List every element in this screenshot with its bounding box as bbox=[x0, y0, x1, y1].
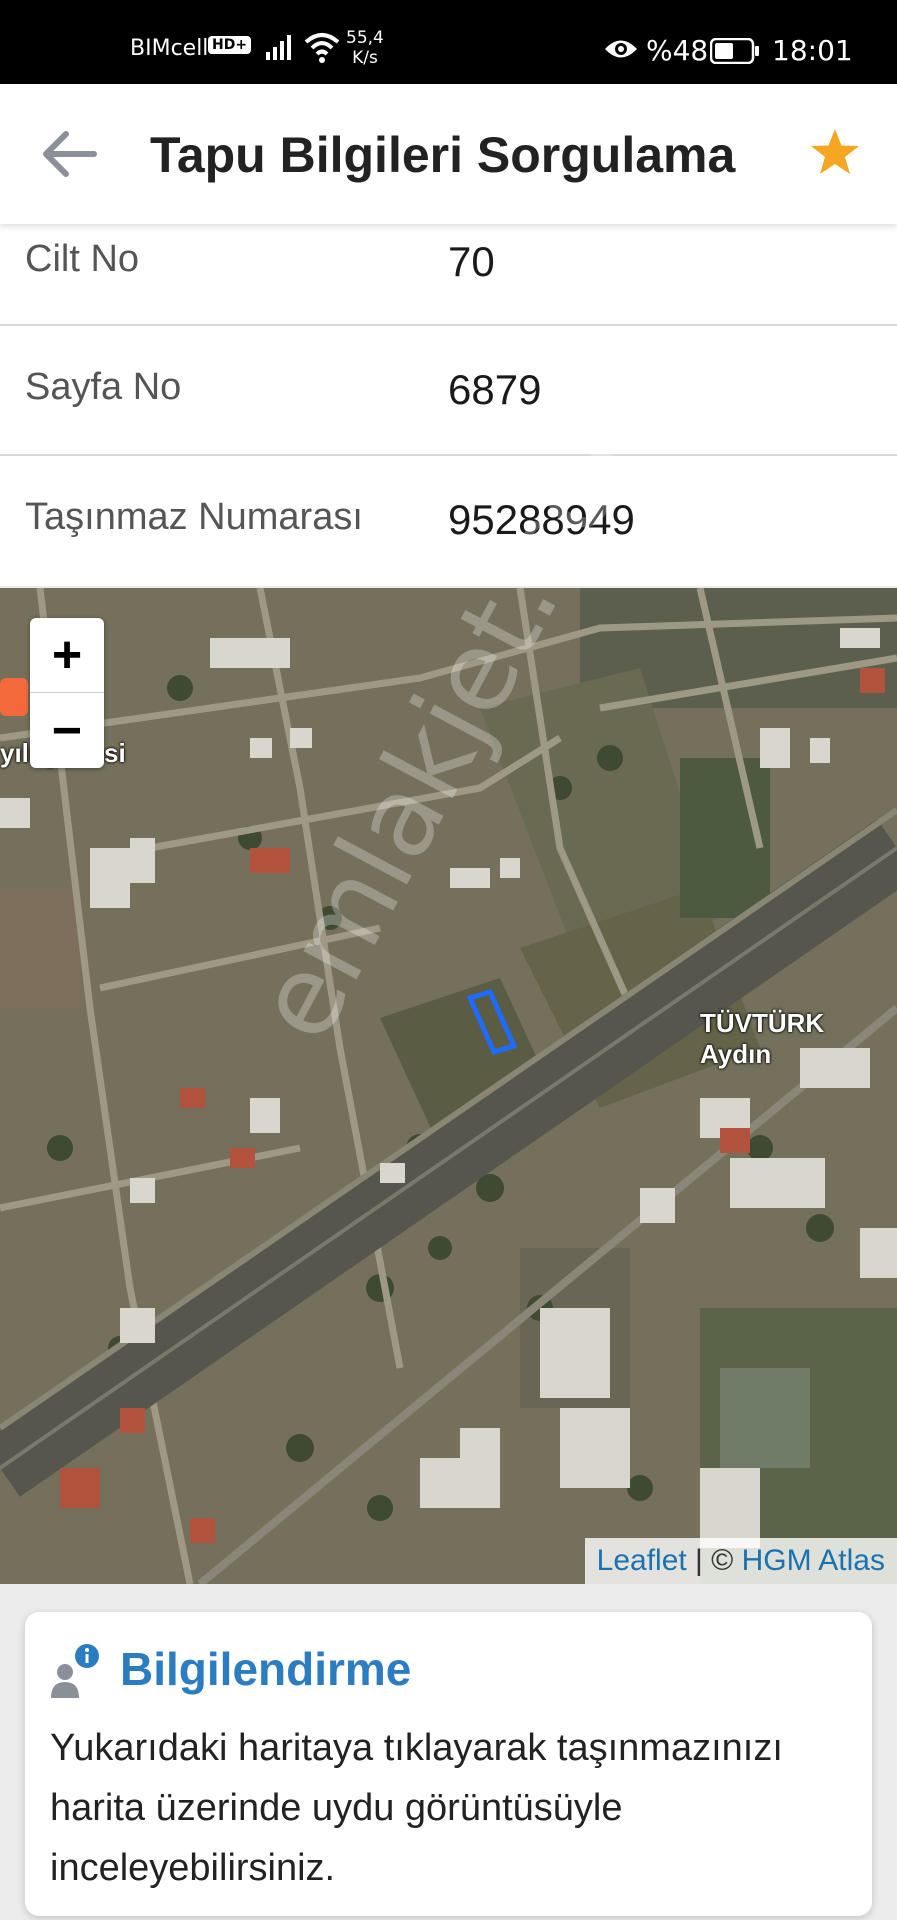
clock: 18:01 bbox=[772, 34, 853, 67]
detail-value: 6879 bbox=[448, 366, 542, 413]
info-card-text: Yukarıdaki haritaya tıklayarak taşınmazı… bbox=[50, 1727, 783, 1889]
page-title: Tapu Bilgileri Sorgulama bbox=[150, 127, 736, 183]
battery-percent: %48 bbox=[646, 34, 709, 67]
detail-row-tasinmaz: Taşınmaz Numarası 95288949 bbox=[0, 456, 897, 586]
eye-icon bbox=[605, 40, 637, 58]
signal-icon bbox=[266, 35, 291, 60]
detail-value: 70 bbox=[448, 238, 495, 285]
hd-badge: HD+ bbox=[208, 36, 252, 54]
zoom-in-button[interactable]: + bbox=[30, 618, 104, 693]
detail-label: Cilt No bbox=[25, 238, 140, 280]
hgm-atlas-link[interactable]: HGM Atlas bbox=[742, 1544, 885, 1577]
zoom-control: + − bbox=[30, 618, 104, 768]
battery-icon bbox=[710, 38, 759, 64]
app-bar: Tapu Bilgileri Sorgulama bbox=[0, 84, 897, 224]
network-speed-value: 55,4 bbox=[346, 28, 384, 48]
carrier-name: BIMcell bbox=[130, 36, 209, 61]
map-attribution: Leaflet | © HGM Atlas bbox=[584, 1538, 897, 1584]
detail-row-sayfa: Sayfa No 6879 bbox=[0, 326, 897, 456]
arrow-left-icon[interactable] bbox=[38, 128, 100, 180]
poi-marker bbox=[0, 678, 28, 716]
attribution-separator: | © bbox=[686, 1544, 742, 1577]
detail-row-cilt: Cilt No 70 bbox=[0, 224, 897, 326]
wifi-icon bbox=[304, 33, 340, 63]
leaflet-link[interactable]: Leaflet bbox=[597, 1544, 687, 1577]
star-icon[interactable] bbox=[808, 126, 862, 180]
user-info-icon bbox=[51, 1644, 99, 1698]
info-card: Bilgilendirme Yukarıdaki haritaya tıklay… bbox=[25, 1612, 872, 1916]
detail-label: Sayfa No bbox=[25, 366, 182, 408]
info-card-title: Bilgilendirme bbox=[120, 1643, 412, 1695]
status-bar: BIMcell HD+ 55,4 K/s %48 18:01 bbox=[0, 0, 897, 84]
map-label-tuvturk: TÜVTÜRK Aydın bbox=[700, 1008, 825, 1069]
detail-label: Taşınmaz Numarası bbox=[25, 496, 363, 538]
network-speed-unit: K/s bbox=[352, 48, 378, 68]
network-speed: 55,4 K/s bbox=[346, 28, 384, 68]
zoom-out-button[interactable]: − bbox=[30, 694, 104, 768]
